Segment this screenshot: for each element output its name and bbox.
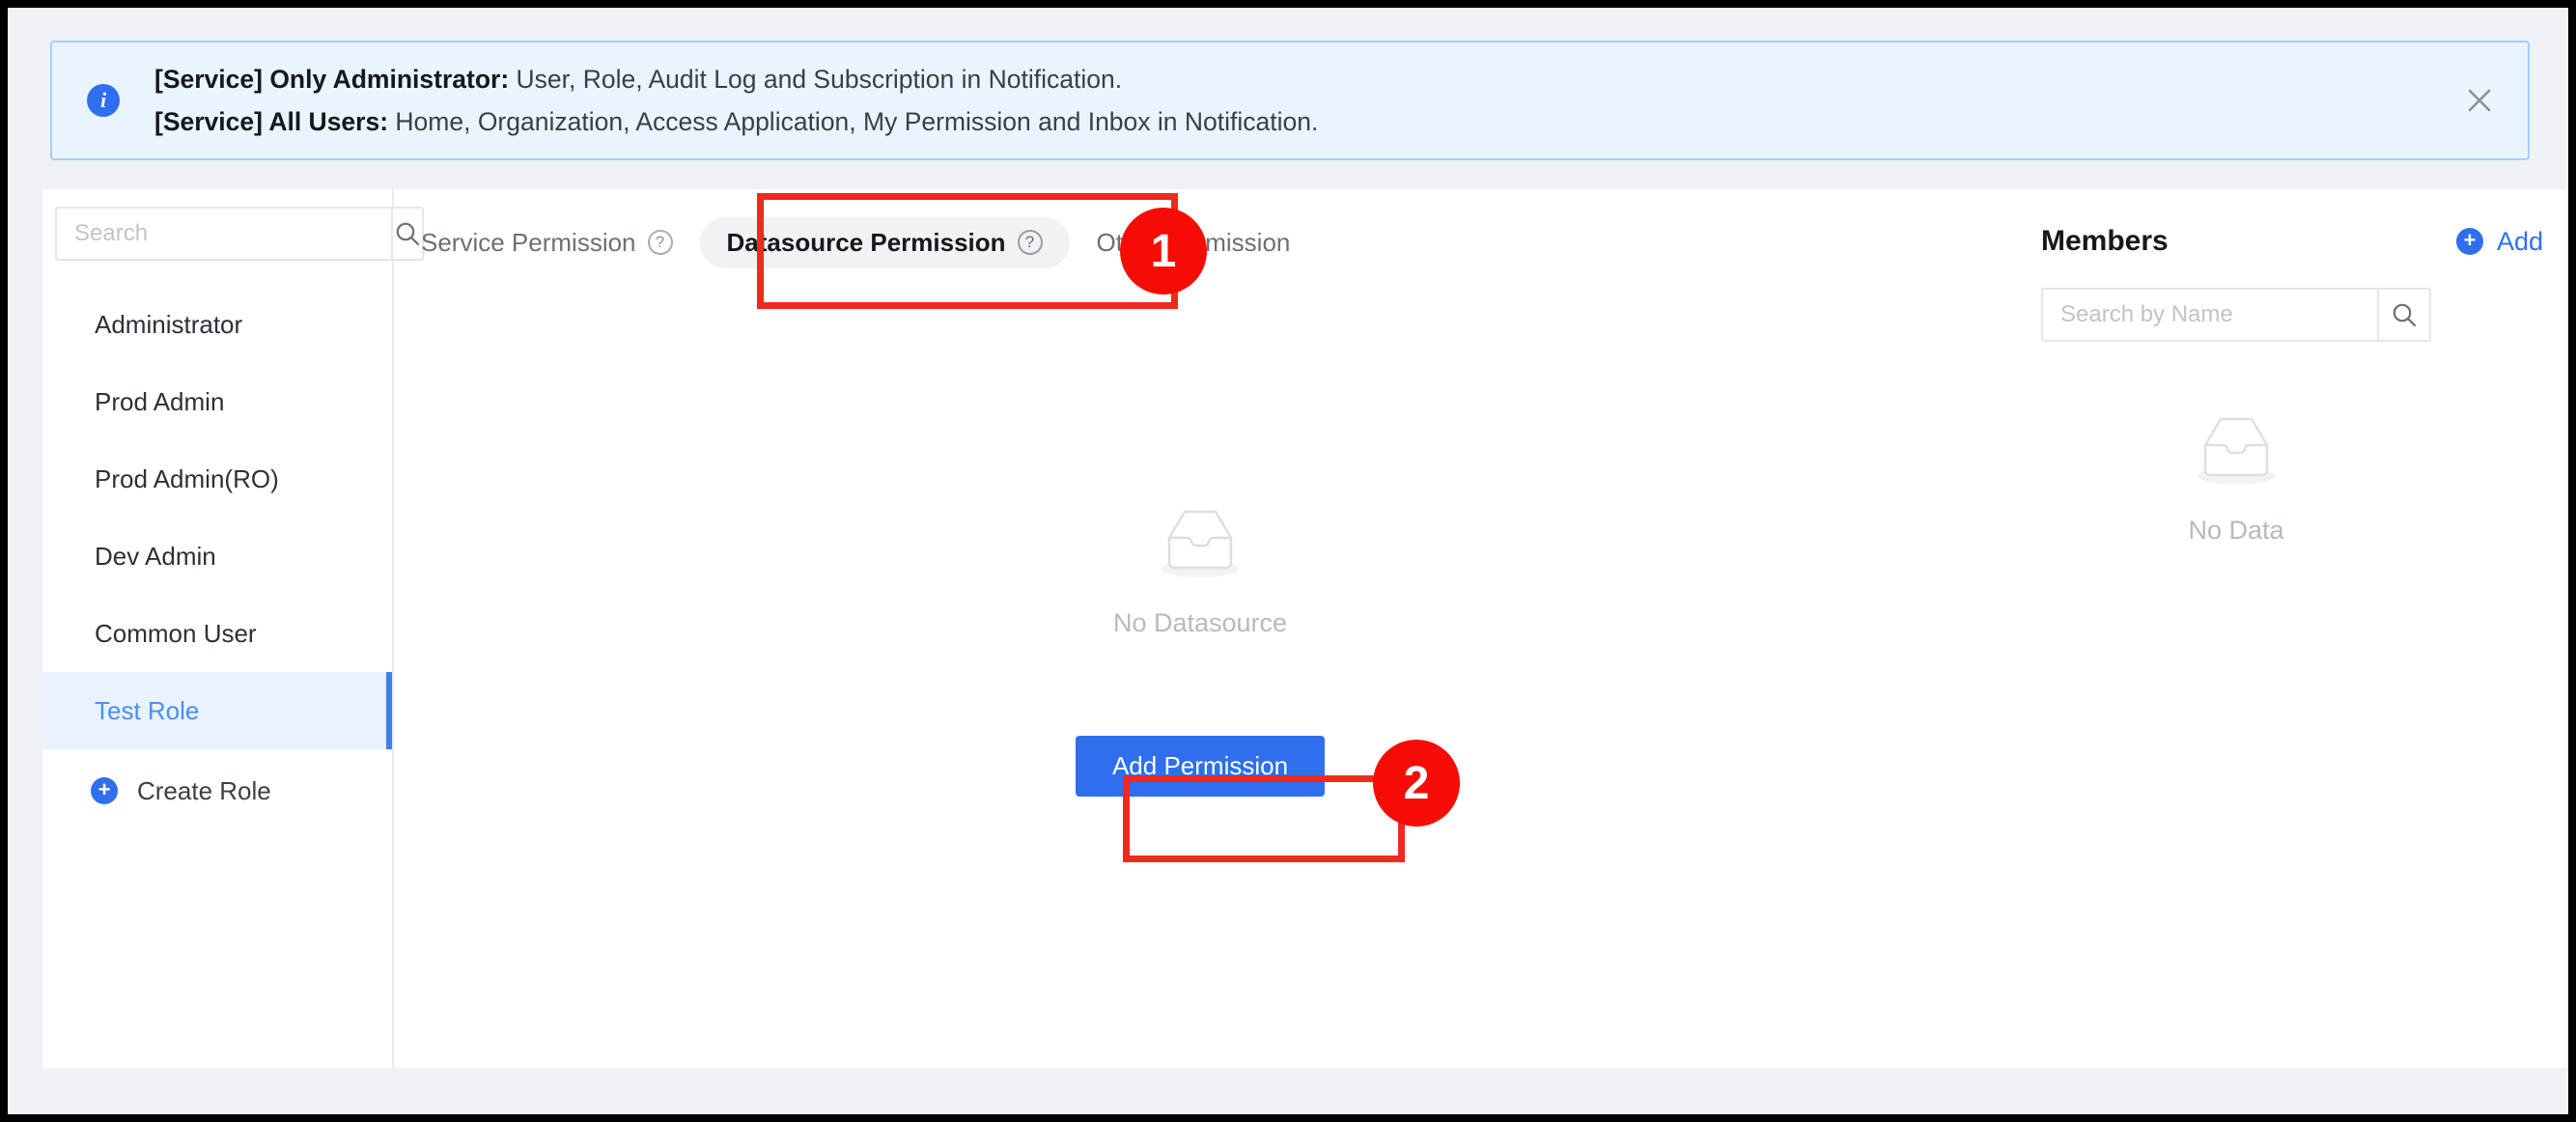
sidebar-item-administrator[interactable]: Administrator <box>42 286 392 363</box>
roles-sidebar: Administrator Prod Admin Prod Admin(RO) … <box>42 189 424 1068</box>
role-list: Administrator Prod Admin Prod Admin(RO) … <box>42 286 392 832</box>
role-item-label: Dev Admin <box>95 541 216 571</box>
members-panel: Members + Add Search by Name No Data <box>2006 189 2566 1068</box>
role-item-label: Test Role <box>95 695 200 725</box>
empty-tray-icon <box>1162 510 1239 577</box>
notice-line-administrator-lead: [Service] Only Administrator: <box>154 65 510 94</box>
add-permission-button[interactable]: Add Permission <box>1075 736 1326 797</box>
roles-card: Administrator Prod Admin Prod Admin(RO) … <box>42 189 2566 1068</box>
members-empty-state: No Data <box>2041 406 2431 546</box>
notice-line-administrator-rest: User, Role, Audit Log and Subscription i… <box>509 65 1123 94</box>
sidebar-item-prod-admin-ro[interactable]: Prod Admin(RO) <box>42 440 392 518</box>
datasource-empty-state: No Datasource <box>394 498 2006 638</box>
members-header: Members + Add <box>2041 214 2543 268</box>
empty-tray-icon <box>2198 417 2275 485</box>
add-member-button[interactable]: + Add <box>2455 226 2543 257</box>
role-search-group <box>55 207 424 261</box>
role-item-label: Common User <box>95 618 257 648</box>
search-icon <box>2393 303 2417 327</box>
notice-banner-text: [Service] Only Administrator: User, Role… <box>154 58 1318 143</box>
sidebar-item-common-user[interactable]: Common User <box>42 595 392 672</box>
role-item-label: Prod Admin(RO) <box>95 463 279 493</box>
create-role-button[interactable]: + Create Role <box>42 749 392 832</box>
plus-circle-icon: + <box>2455 228 2483 255</box>
sidebar-item-test-role[interactable]: Test Role <box>42 672 392 749</box>
member-search-button[interactable] <box>2377 288 2431 342</box>
tab-label: Service Permission <box>421 227 636 257</box>
notice-line-all-users-rest: Home, Organization, Access Application, … <box>388 107 1319 136</box>
role-item-label: Administrator <box>95 309 243 339</box>
help-icon[interactable]: ? <box>1017 230 1043 255</box>
member-search-group <box>2041 288 2431 342</box>
permission-main-panel: Service Permission ? Datasource Permissi… <box>394 189 2006 1068</box>
app-screen: i [Service] Only Administrator: User, Ro… <box>8 8 2568 1114</box>
tab-datasource-permission[interactable]: Datasource Permission ? <box>699 216 1070 268</box>
sidebar-item-dev-admin[interactable]: Dev Admin <box>42 518 392 595</box>
members-title: Members <box>2041 225 2169 257</box>
permission-tabs: Service Permission ? Datasource Permissi… <box>394 207 1317 278</box>
tab-other-permission[interactable]: Other Permission <box>1070 217 1318 268</box>
sidebar-item-prod-admin[interactable]: Prod Admin <box>42 363 392 440</box>
plus-circle-icon: + <box>91 777 118 804</box>
role-search-input[interactable] <box>55 207 391 261</box>
role-item-label: Prod Admin <box>95 386 225 416</box>
add-member-label: Add <box>2496 226 2543 256</box>
tab-service-permission[interactable]: Service Permission ? <box>394 217 700 268</box>
tab-label: Other Permission <box>1096 227 1291 257</box>
notice-line-all-users: [Service] All Users: Home, Organization,… <box>154 100 1318 143</box>
notice-banner: i [Service] Only Administrator: User, Ro… <box>50 41 2530 160</box>
member-search-input[interactable] <box>2041 288 2377 342</box>
members-empty-label: No Data <box>2188 516 2284 545</box>
help-icon[interactable]: ? <box>647 230 673 255</box>
notice-line-all-users-lead: [Service] All Users: <box>154 107 389 136</box>
create-role-label: Create Role <box>137 775 271 805</box>
notice-line-administrator: [Service] Only Administrator: User, Role… <box>154 58 1318 100</box>
tab-label: Datasource Permission <box>726 227 1006 257</box>
info-icon: i <box>87 84 120 117</box>
datasource-empty-label: No Datasource <box>1112 608 1288 637</box>
close-icon[interactable] <box>2458 79 2501 122</box>
